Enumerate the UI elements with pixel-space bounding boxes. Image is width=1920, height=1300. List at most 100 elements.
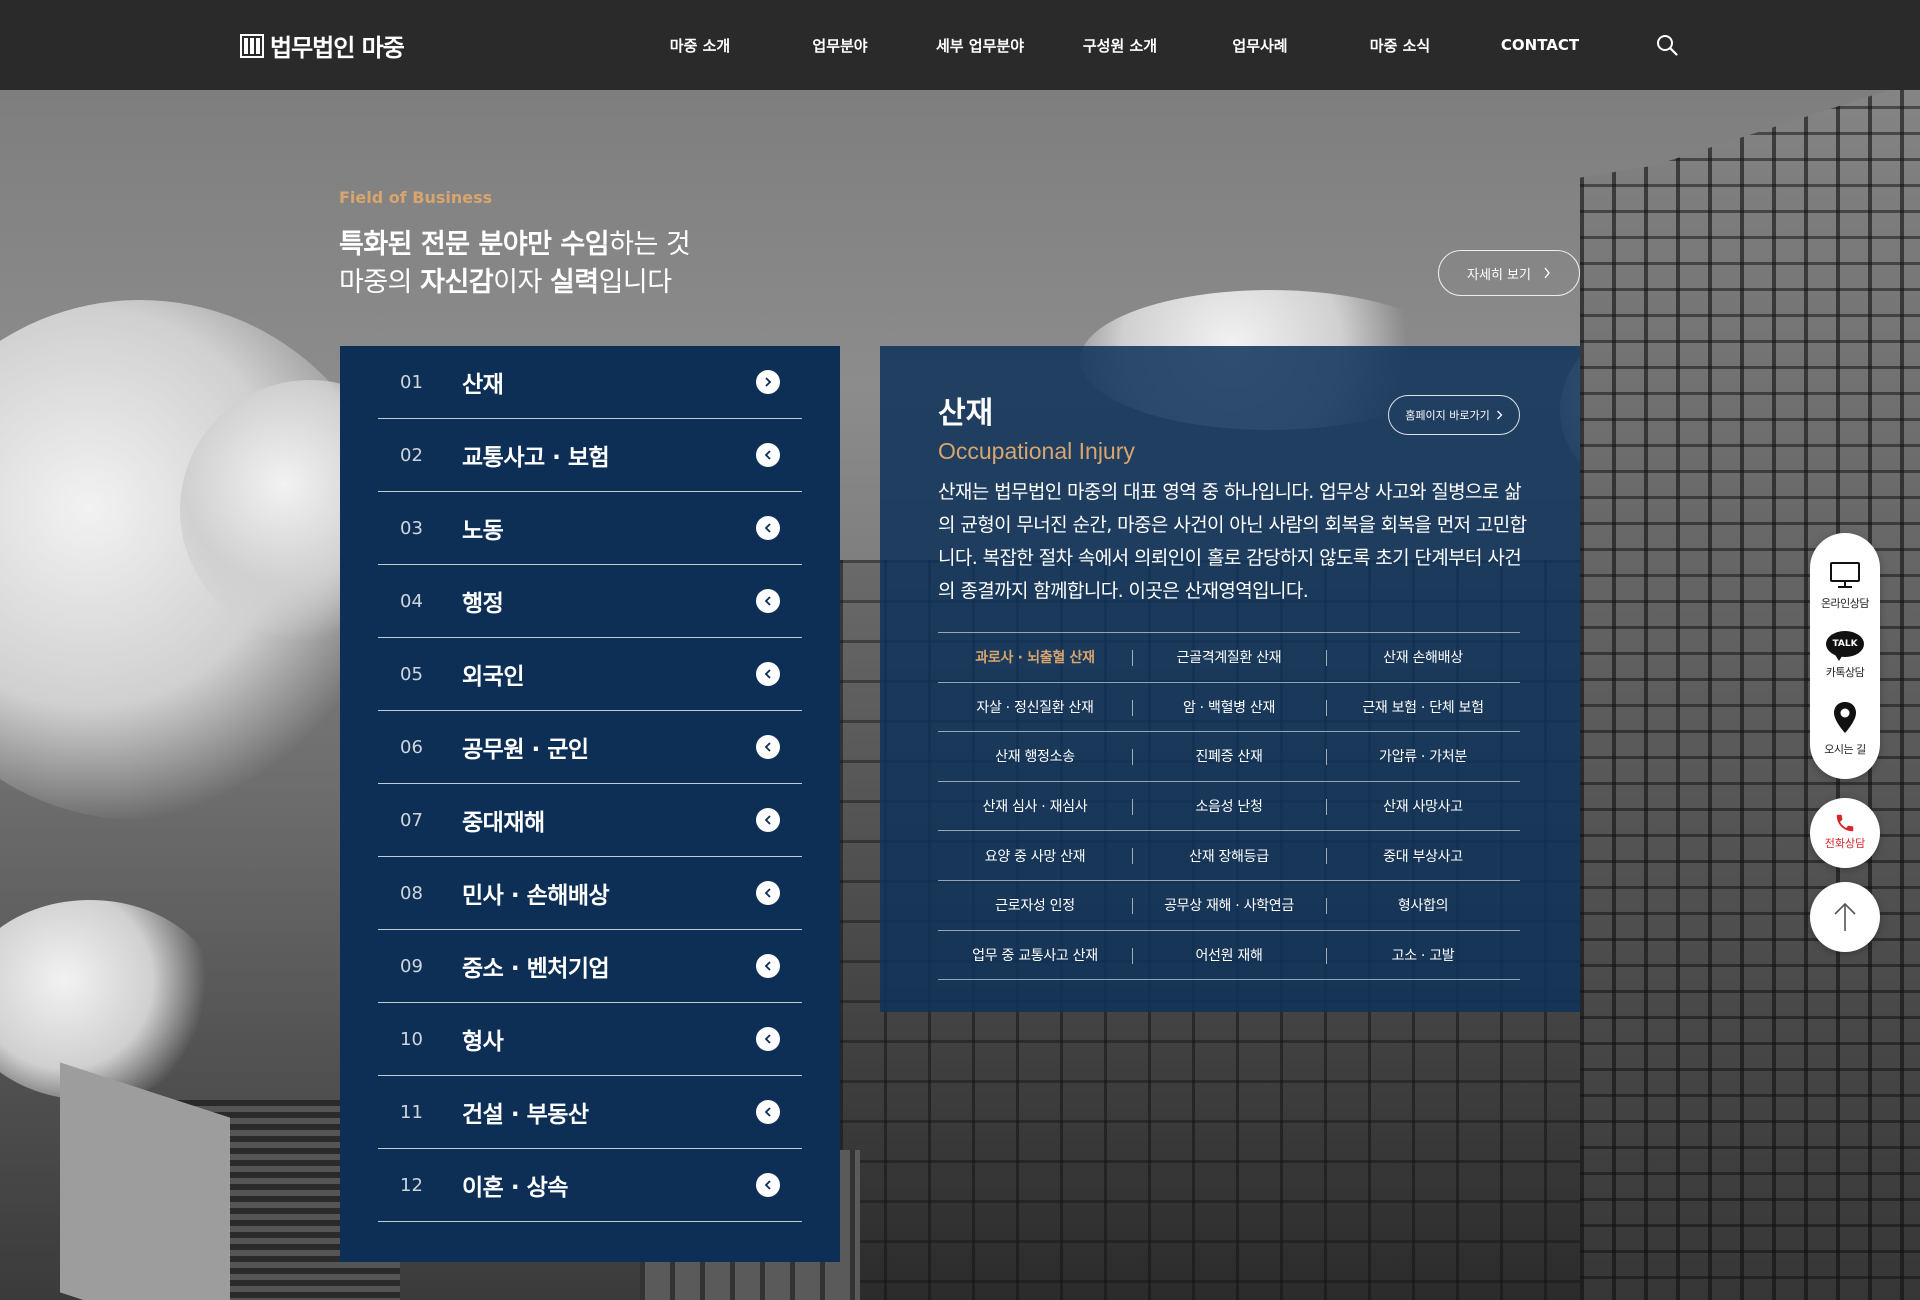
practice-area-item[interactable]: 07 중대재해	[378, 784, 802, 857]
practice-area-item[interactable]: 06 공무원 · 군인	[378, 711, 802, 784]
sub-field-link[interactable]: 과로사 · 뇌출혈 산재	[938, 633, 1132, 682]
chevron-left-icon	[756, 1100, 780, 1124]
scroll-top-button[interactable]	[1810, 882, 1880, 952]
chevron-left-icon	[756, 1173, 780, 1197]
sub-field-link[interactable]: 근로자성 인정	[938, 881, 1132, 930]
sub-field-link[interactable]: 요양 중 사망 산재	[938, 831, 1132, 880]
sub-field-link[interactable]: 산재 행정소송	[938, 732, 1132, 781]
sub-field-link[interactable]: 암 · 백혈병 산재	[1132, 683, 1326, 732]
logo[interactable]: 법무법인 마중	[240, 28, 405, 63]
practice-area-label: 건설 · 부동산	[462, 1102, 589, 1128]
sub-field-link[interactable]: 업무 중 교통사고 산재	[938, 931, 1132, 980]
detail-subtitle: Occupational Injury	[938, 438, 1135, 464]
detail-title: 산재	[938, 396, 994, 431]
practice-detail-panel: 산재 Occupational Injury 홈페이지 바로가기 산재는 법무법…	[880, 346, 1580, 1012]
practice-area-number: 08	[400, 882, 423, 904]
logo-text: 법무법인 마중	[270, 34, 405, 62]
practice-area-list-panel: 01 산재 02 교통사고 · 보험 03 노동 04 행정 05 외국인 06 공무원 · 군인 07…	[340, 346, 840, 1262]
arrow-up-icon	[1834, 902, 1856, 931]
sub-field-link[interactable]: 형사합의	[1326, 881, 1520, 930]
sub-field-link[interactable]: 진폐증 산재	[1132, 732, 1326, 781]
chevron-left-icon	[756, 1027, 780, 1051]
nav-item-contact[interactable]: CONTACT	[1470, 36, 1610, 54]
sub-field-link[interactable]: 공무상 재해 · 사학연금	[1132, 881, 1326, 930]
section-eyebrow: Field of Business	[339, 188, 493, 207]
practice-area-label: 노동	[462, 518, 504, 544]
quick-kakao-consult[interactable]: TALK 카톡상담	[1810, 631, 1880, 680]
practice-area-number: 12	[400, 1174, 423, 1196]
sub-field-row: 과로사 · 뇌출혈 산재 근골격계질환 산재 산재 손해배상	[938, 633, 1520, 683]
nav-item-members[interactable]: 구성원 소개	[1050, 35, 1190, 56]
quick-online-consult[interactable]: 온라인상담	[1810, 561, 1880, 611]
practice-area-number: 11	[400, 1101, 423, 1123]
quick-kakao-label: 카톡상담	[1825, 666, 1865, 679]
chevron-left-icon	[756, 881, 780, 905]
quick-online-label: 온라인상담	[1820, 597, 1870, 610]
chevron-left-icon	[756, 808, 780, 832]
sub-field-link[interactable]: 근재 보험 · 단체 보험	[1326, 683, 1520, 732]
top-header: 법무법인 마중 마중 소개 업무분야 세부 업무분야 구성원 소개 업무사례 마…	[0, 0, 1920, 90]
quick-location[interactable]: 오시는 길	[1810, 701, 1880, 757]
sub-field-link[interactable]: 산재 심사 · 재심사	[938, 782, 1132, 831]
sub-field-link[interactable]: 산재 손해배상	[1326, 633, 1520, 682]
sub-field-link[interactable]: 가압류 · 가처분	[1326, 732, 1520, 781]
practice-area-label: 민사 · 손해배상	[462, 883, 610, 909]
practice-area-item[interactable]: 08 민사 · 손해배상	[378, 857, 802, 930]
sub-field-link[interactable]: 중대 부상사고	[1326, 831, 1520, 880]
practice-area-number: 02	[400, 444, 423, 466]
practice-area-label: 공무원 · 군인	[462, 737, 589, 763]
sub-field-link[interactable]: 자살 · 정신질환 산재	[938, 683, 1132, 732]
practice-area-item[interactable]: 01 산재	[378, 346, 802, 419]
sub-field-row: 업무 중 교통사고 산재 어선원 재해 고소 · 고발	[938, 931, 1520, 981]
phone-consult-button[interactable]: 전화상담	[1810, 798, 1880, 868]
practice-area-item[interactable]: 05 외국인	[378, 638, 802, 711]
quick-menu: 온라인상담 TALK 카톡상담 오시는 길	[1810, 533, 1880, 779]
sub-field-link[interactable]: 산재 장해등급	[1132, 831, 1326, 880]
search-icon[interactable]	[1656, 34, 1678, 56]
practice-area-number: 05	[400, 663, 423, 685]
sub-field-grid: 과로사 · 뇌출혈 산재 근골격계질환 산재 산재 손해배상 자살 · 정신질환 산재…	[938, 632, 1520, 981]
nav-item-news[interactable]: 마중 소식	[1330, 35, 1470, 56]
nav-item-detailed-practice[interactable]: 세부 업무분야	[910, 35, 1050, 56]
chevron-right-icon	[1544, 267, 1550, 279]
practice-area-item[interactable]: 04 행정	[378, 565, 802, 638]
practice-area-label: 행정	[462, 591, 504, 617]
practice-area-item[interactable]: 11 건설 · 부동산	[378, 1076, 802, 1149]
nav-item-practice-areas[interactable]: 업무분야	[770, 35, 910, 56]
chevron-left-icon	[756, 954, 780, 978]
logo-mark-icon	[240, 33, 264, 58]
practice-area-label: 형사	[462, 1029, 504, 1055]
nav-item-cases[interactable]: 업무사례	[1190, 35, 1330, 56]
practice-area-label: 이혼 · 상속	[462, 1175, 568, 1201]
practice-area-number: 09	[400, 955, 423, 977]
practice-area-item[interactable]: 03 노동	[378, 492, 802, 565]
sub-field-row: 근로자성 인정 공무상 재해 · 사학연금 형사합의	[938, 881, 1520, 931]
sub-field-link[interactable]: 산재 사망사고	[1326, 782, 1520, 831]
practice-area-item[interactable]: 02 교통사고 · 보험	[378, 419, 802, 492]
practice-area-number: 10	[400, 1028, 423, 1050]
practice-area-list: 01 산재 02 교통사고 · 보험 03 노동 04 행정 05 외국인 06 공무원 · 군인 07…	[378, 346, 802, 1222]
sub-field-link[interactable]: 소음성 난청	[1132, 782, 1326, 831]
monitor-icon	[1830, 562, 1860, 588]
sub-field-row: 요양 중 사망 산재 산재 장해등급 중대 부상사고	[938, 831, 1520, 881]
practice-area-item[interactable]: 10 형사	[378, 1003, 802, 1076]
detail-description: 산재는 법무법인 마중의 대표 영역 중 하나입니다. 업무상 사고와 질병으로…	[938, 481, 1527, 602]
practice-area-label: 중소 · 벤처기업	[462, 956, 610, 982]
practice-area-number: 06	[400, 736, 423, 758]
sub-field-row: 산재 심사 · 재심사 소음성 난청 산재 사망사고	[938, 782, 1520, 832]
sub-field-row: 자살 · 정신질환 산재 암 · 백혈병 산재 근재 보험 · 단체 보험	[938, 683, 1520, 733]
practice-area-number: 04	[400, 590, 423, 612]
homepage-link-button[interactable]: 홈페이지 바로가기	[1388, 395, 1520, 435]
phone-icon	[1836, 814, 1854, 832]
practice-area-item[interactable]: 12 이혼 · 상속	[378, 1149, 802, 1222]
nav-item-about[interactable]: 마중 소개	[630, 35, 770, 56]
sub-field-link[interactable]: 어선원 재해	[1132, 931, 1326, 980]
chevron-right-icon	[1496, 410, 1503, 420]
practice-area-item[interactable]: 09 중소 · 벤처기업	[378, 930, 802, 1003]
view-more-button[interactable]: 자세히 보기	[1438, 250, 1580, 296]
sub-field-link[interactable]: 근골격계질환 산재	[1132, 633, 1326, 682]
practice-area-number: 01	[400, 371, 423, 393]
sub-field-link[interactable]: 고소 · 고발	[1326, 931, 1520, 980]
practice-area-label: 교통사고 · 보험	[462, 445, 610, 471]
main-nav: 마중 소개 업무분야 세부 업무분야 구성원 소개 업무사례 마중 소식 CON…	[630, 0, 1610, 90]
